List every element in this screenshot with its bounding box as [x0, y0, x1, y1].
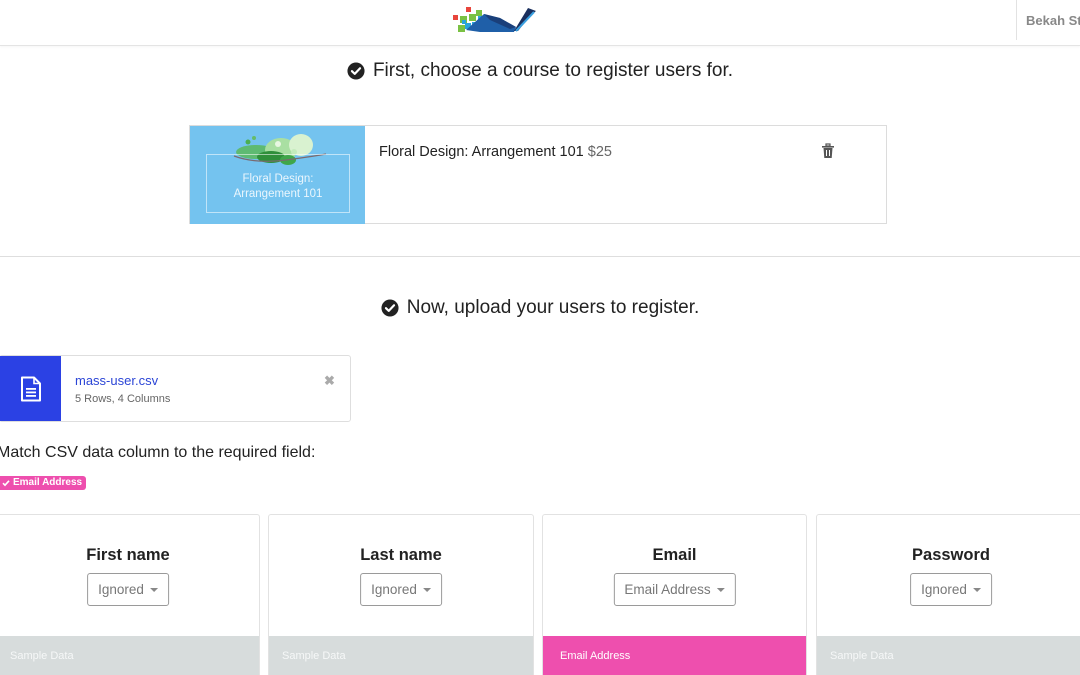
thumbnail-caption-line1: Floral Design: — [242, 173, 314, 185]
file-text-icon — [20, 376, 41, 401]
step-two-heading: Now, upload your users to register. — [0, 297, 1080, 319]
selected-course-card: Floral Design: Arrangement 101 Floral De… — [189, 125, 887, 224]
sample-data-bar: Sample Data — [817, 636, 1080, 675]
user-name[interactable]: Bekah St — [1026, 13, 1080, 28]
column-field-select[interactable]: Email Address — [613, 573, 736, 606]
course-title: Floral Design: Arrangement 101 — [379, 144, 584, 160]
top-navbar: Bekah St — [0, 0, 1080, 46]
file-name-link[interactable]: mass-user.csv — [75, 373, 158, 388]
column-title: First name — [86, 546, 170, 564]
check-circle-icon — [381, 299, 399, 317]
check-icon — [2, 480, 10, 487]
match-instructions: Match CSV data column to the required fi… — [0, 444, 316, 461]
column-card-password: Password Ignored Sample Data — [816, 514, 1080, 675]
caret-down-icon — [149, 587, 158, 592]
select-value: Ignored — [921, 582, 967, 597]
select-value: Email Address — [624, 582, 711, 597]
course-thumbnail: Floral Design: Arrangement 101 — [190, 126, 365, 224]
column-card-last-name: Last name Ignored Sample Data — [268, 514, 534, 675]
column-title: Last name — [360, 546, 442, 564]
course-price: $25 — [587, 144, 612, 160]
column-card-email: Email Email Address Email Address — [542, 514, 807, 675]
caret-down-icon — [422, 587, 431, 592]
sample-data-bar: Sample Data — [269, 636, 533, 675]
required-field-label: Email Address — [13, 477, 83, 488]
step-one-heading: First, choose a course to register users… — [0, 60, 1080, 82]
column-card-first-name: First name Ignored Sample Data — [0, 514, 260, 675]
check-circle-icon — [347, 62, 365, 80]
column-field-select[interactable]: Ignored — [910, 573, 992, 606]
trash-icon[interactable] — [821, 143, 835, 159]
user-menu[interactable]: Bekah St — [1016, 0, 1080, 40]
course-title-row: Floral Design: Arrangement 101 $25 — [379, 144, 612, 160]
thumbnail-caption: Floral Design: Arrangement 101 — [206, 172, 350, 202]
sample-data-bar: Sample Data — [0, 636, 259, 675]
brand-logo-icon[interactable] — [450, 2, 542, 38]
step-two-title: Now, upload your users to register. — [406, 297, 700, 318]
column-field-select[interactable]: Ignored — [360, 573, 442, 606]
column-field-select[interactable]: Ignored — [87, 573, 169, 606]
file-meta: 5 Rows, 4 Columns — [75, 393, 171, 405]
column-title: Email — [652, 546, 697, 564]
thumbnail-caption-line2: Arrangement 101 — [233, 188, 323, 200]
caret-down-icon — [972, 587, 981, 592]
close-icon[interactable]: ✖ — [324, 373, 335, 389]
section-divider — [0, 256, 1080, 257]
caret-down-icon — [716, 587, 725, 592]
step-one-title: First, choose a course to register users… — [372, 60, 734, 81]
select-value: Ignored — [98, 582, 144, 597]
required-field-badge: Email Address — [0, 476, 87, 490]
file-icon-container — [0, 356, 61, 421]
sample-data-bar: Email Address — [543, 636, 806, 675]
select-value: Ignored — [371, 582, 417, 597]
uploaded-file-card: mass-user.csv 5 Rows, 4 Columns ✖ — [0, 355, 351, 422]
column-title: Password — [912, 546, 990, 564]
